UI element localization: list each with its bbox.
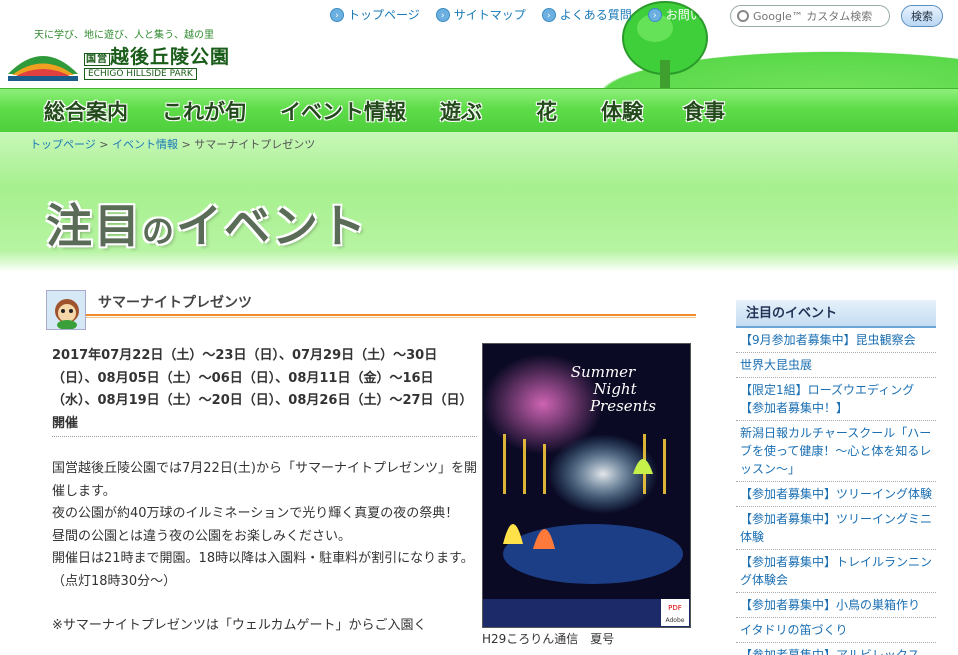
nav-item-guide[interactable]: 総合案内 bbox=[44, 96, 128, 126]
breadcrumb-separator: > bbox=[99, 138, 109, 151]
main-nav: 総合案内 これが旬 イベント情報 遊ぶ 花 体験 食事 bbox=[0, 88, 958, 132]
site-logo[interactable]: 天に学び、地に遊び、人と集う、越の里 国営 越後丘陵公園 ECHIGO HILLS… bbox=[6, 26, 229, 84]
paragraph: 昼間の公園とは違う夜の公園をお楽しみください。 bbox=[52, 528, 352, 544]
breadcrumb-current: サマーナイトプレゼンツ bbox=[194, 138, 316, 151]
svg-text:Adobe: Adobe bbox=[666, 617, 685, 624]
top-links: › トップページ › サイトマップ › よくある質問 › お問い合せ bbox=[330, 6, 726, 23]
event-poster[interactable]: Summer Night Presents PDF Adobe bbox=[482, 343, 691, 628]
park-logo-icon bbox=[8, 56, 78, 81]
site-tagline: 天に学び、地に遊び、人と集う、越の里 bbox=[34, 30, 214, 41]
sidebar-item[interactable]: イタドリの笛づくり bbox=[736, 618, 936, 643]
breadcrumb-separator: > bbox=[181, 138, 191, 151]
sidebar-item[interactable]: 新潟日報カルチャースクール「ハーブを使って健康！～心と体を知るレッスン～」 bbox=[736, 421, 936, 482]
paragraph: 国営越後丘陵公園では7月22日(土)から「サマーナイトプレゼンツ」を開催します。 bbox=[52, 461, 477, 499]
article-header: サマーナイトプレゼンツ bbox=[46, 290, 696, 330]
paragraph: 夜の公園が約40万球のイルミネーションで光り輝く真夏の夜の祭典！ bbox=[52, 506, 459, 521]
sidebar-item[interactable]: 【参加者募集中】ツリーイングミニ体験 bbox=[736, 507, 936, 550]
search-box bbox=[730, 5, 890, 27]
search-input[interactable] bbox=[753, 9, 873, 23]
arrow-right-icon: › bbox=[435, 7, 450, 22]
svg-text:PDF: PDF bbox=[668, 604, 682, 612]
nav-item-seasonal[interactable]: これが旬 bbox=[162, 96, 246, 126]
sidebar-item[interactable]: 【参加者募集中】小鳥の巣箱作り bbox=[736, 593, 936, 618]
title-underline-light bbox=[86, 317, 696, 318]
site-name: 国営 越後丘陵公園 bbox=[84, 46, 231, 68]
mascot-icon bbox=[55, 299, 79, 329]
search-icon bbox=[737, 10, 749, 22]
sidebar-item[interactable]: 【参加者募集中】ツリーイング体験 bbox=[736, 482, 936, 507]
arrow-right-icon: › bbox=[330, 7, 344, 22]
sidebar-item[interactable]: 世界大昆虫展 bbox=[736, 353, 936, 378]
divider bbox=[52, 436, 477, 437]
nav-item-play[interactable]: 遊ぶ bbox=[440, 96, 482, 126]
breadcrumb-events[interactable]: イベント情報 bbox=[112, 138, 178, 151]
article-body: 国営越後丘陵公園では7月22日(土)から「サマーナイトプレゼンツ」を開催します。… bbox=[52, 458, 477, 638]
nav-item-flowers[interactable]: 花 bbox=[536, 96, 557, 126]
top-link-sitemap[interactable]: › サイトマップ bbox=[435, 6, 526, 23]
sidebar-item[interactable]: 【限定1組】ローズウエディング【参加者募集中！】 bbox=[736, 378, 936, 421]
site-name-en: ECHIGO HILLSIDE PARK bbox=[84, 68, 197, 80]
breadcrumb: トップページ > イベント情報 > サマーナイトプレゼンツ bbox=[30, 136, 315, 152]
sidebar-item[interactable]: 【9月参加者募集中】昆虫観察会 bbox=[736, 328, 936, 353]
svg-text:Night: Night bbox=[592, 380, 637, 398]
svg-text:Summer: Summer bbox=[571, 363, 636, 381]
sidebar-item[interactable]: 【参加者募集中】アルビレックス bbox=[736, 643, 936, 655]
sidebar-heading: 注目のイベント bbox=[736, 300, 936, 328]
poster-image: Summer Night Presents PDF Adobe bbox=[483, 344, 690, 627]
hill-decoration bbox=[538, 40, 958, 95]
top-link-faq[interactable]: › よくある質問 bbox=[541, 6, 632, 23]
top-link-contact[interactable]: › お問い合せ bbox=[647, 6, 726, 23]
event-dates: 2017年07月22日（土）～23日（日）、07月29日（土）～30日（日）、0… bbox=[52, 348, 467, 431]
sidebar-list: 【9月参加者募集中】昆虫観察会 世界大昆虫展 【限定1組】ローズウエディング【参… bbox=[736, 328, 936, 655]
nav-item-dining[interactable]: 食事 bbox=[683, 96, 725, 126]
paragraph-note: ※サマーナイトプレゼンツは「ウェルカムゲート」からご入園く bbox=[52, 618, 427, 633]
svg-text:Presents: Presents bbox=[589, 397, 656, 415]
article-title: サマーナイトプレゼンツ bbox=[98, 295, 252, 311]
arrow-right-icon: › bbox=[647, 7, 662, 22]
search-button[interactable]: 検索 bbox=[901, 5, 943, 27]
poster-caption: H29ころりん通信 夏号 bbox=[482, 632, 615, 646]
breadcrumb-home[interactable]: トップページ bbox=[30, 138, 96, 151]
title-underline bbox=[86, 314, 696, 316]
mascot-avatar bbox=[46, 290, 86, 330]
sidebar-item[interactable]: 【参加者募集中】トレイルランニング体験会 bbox=[736, 550, 936, 593]
paragraph: 開催日は21時まで開園。18時以降は入園料・駐車料が割引になります。（点灯18時… bbox=[52, 551, 474, 589]
page-title: 注目のイベント bbox=[46, 199, 369, 253]
nav-item-experience[interactable]: 体験 bbox=[601, 96, 643, 126]
top-link-home[interactable]: › トップページ bbox=[330, 6, 420, 23]
nav-item-events[interactable]: イベント情報 bbox=[280, 96, 406, 126]
arrow-right-icon: › bbox=[541, 7, 556, 22]
site-header: 天に学び、地に遊び、人と集う、越の里 国営 越後丘陵公園 ECHIGO HILLS… bbox=[0, 0, 958, 95]
sidebar: 注目のイベント 【9月参加者募集中】昆虫観察会 世界大昆虫展 【限定1組】ローズ… bbox=[736, 300, 936, 655]
